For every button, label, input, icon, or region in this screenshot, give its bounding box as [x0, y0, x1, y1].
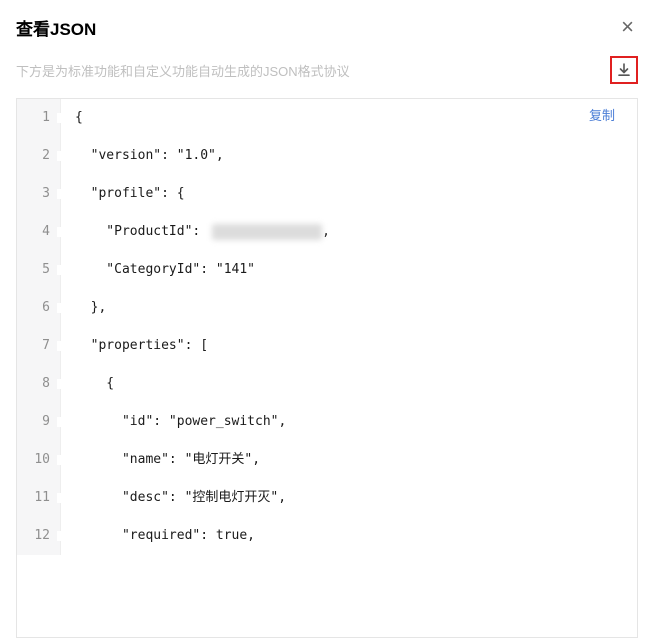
line-number: 6	[17, 289, 60, 327]
line-number: 9	[17, 403, 60, 441]
subtitle-text: 下方是为标准功能和自定义功能自动生成的JSON格式协议	[16, 61, 350, 80]
code-line: "properties": [	[61, 327, 637, 365]
subtitle-row: 下方是为标准功能和自定义功能自动生成的JSON格式协议	[16, 56, 638, 84]
json-view-modal: 查看JSON × 下方是为标准功能和自定义功能自动生成的JSON格式协议 复制 …	[0, 0, 654, 638]
line-number: 11	[17, 479, 60, 517]
line-number: 5	[17, 251, 60, 289]
line-number-gutter: 123456789101112	[17, 99, 61, 555]
line-number: 10	[17, 441, 60, 479]
code-lines: { "version": "1.0", "profile": { "Produc…	[61, 99, 637, 555]
code-line: "version": "1.0",	[61, 137, 637, 175]
line-number: 2	[17, 137, 60, 175]
modal-title: 查看JSON	[16, 15, 96, 40]
copy-button[interactable]: 复制	[585, 103, 619, 126]
code-line: "CategoryId": "141"	[61, 251, 637, 289]
code-line: {	[61, 365, 637, 403]
close-button[interactable]: ×	[617, 14, 638, 40]
line-number: 12	[17, 517, 60, 555]
code-scroll-area[interactable]: 123456789101112 { "version": "1.0", "pro…	[17, 99, 637, 637]
code-line: "required": true,	[61, 517, 637, 555]
download-icon	[617, 63, 631, 77]
redacted-value	[212, 224, 322, 240]
code-line: {	[61, 99, 637, 137]
code-line: "desc": "控制电灯开灭",	[61, 479, 637, 517]
line-number: 1	[17, 99, 60, 137]
line-number: 7	[17, 327, 60, 365]
line-number: 4	[17, 213, 60, 251]
code-line: "ProductId": ,	[61, 213, 637, 251]
modal-header: 查看JSON ×	[16, 14, 638, 40]
download-button[interactable]	[610, 56, 638, 84]
line-number: 8	[17, 365, 60, 403]
code-editor: 复制 123456789101112 { "version": "1.0", "…	[16, 98, 638, 638]
code-line: "name": "电灯开关",	[61, 441, 637, 479]
code-line: },	[61, 289, 637, 327]
line-number: 3	[17, 175, 60, 213]
code-line: "profile": {	[61, 175, 637, 213]
code-line: "id": "power_switch",	[61, 403, 637, 441]
